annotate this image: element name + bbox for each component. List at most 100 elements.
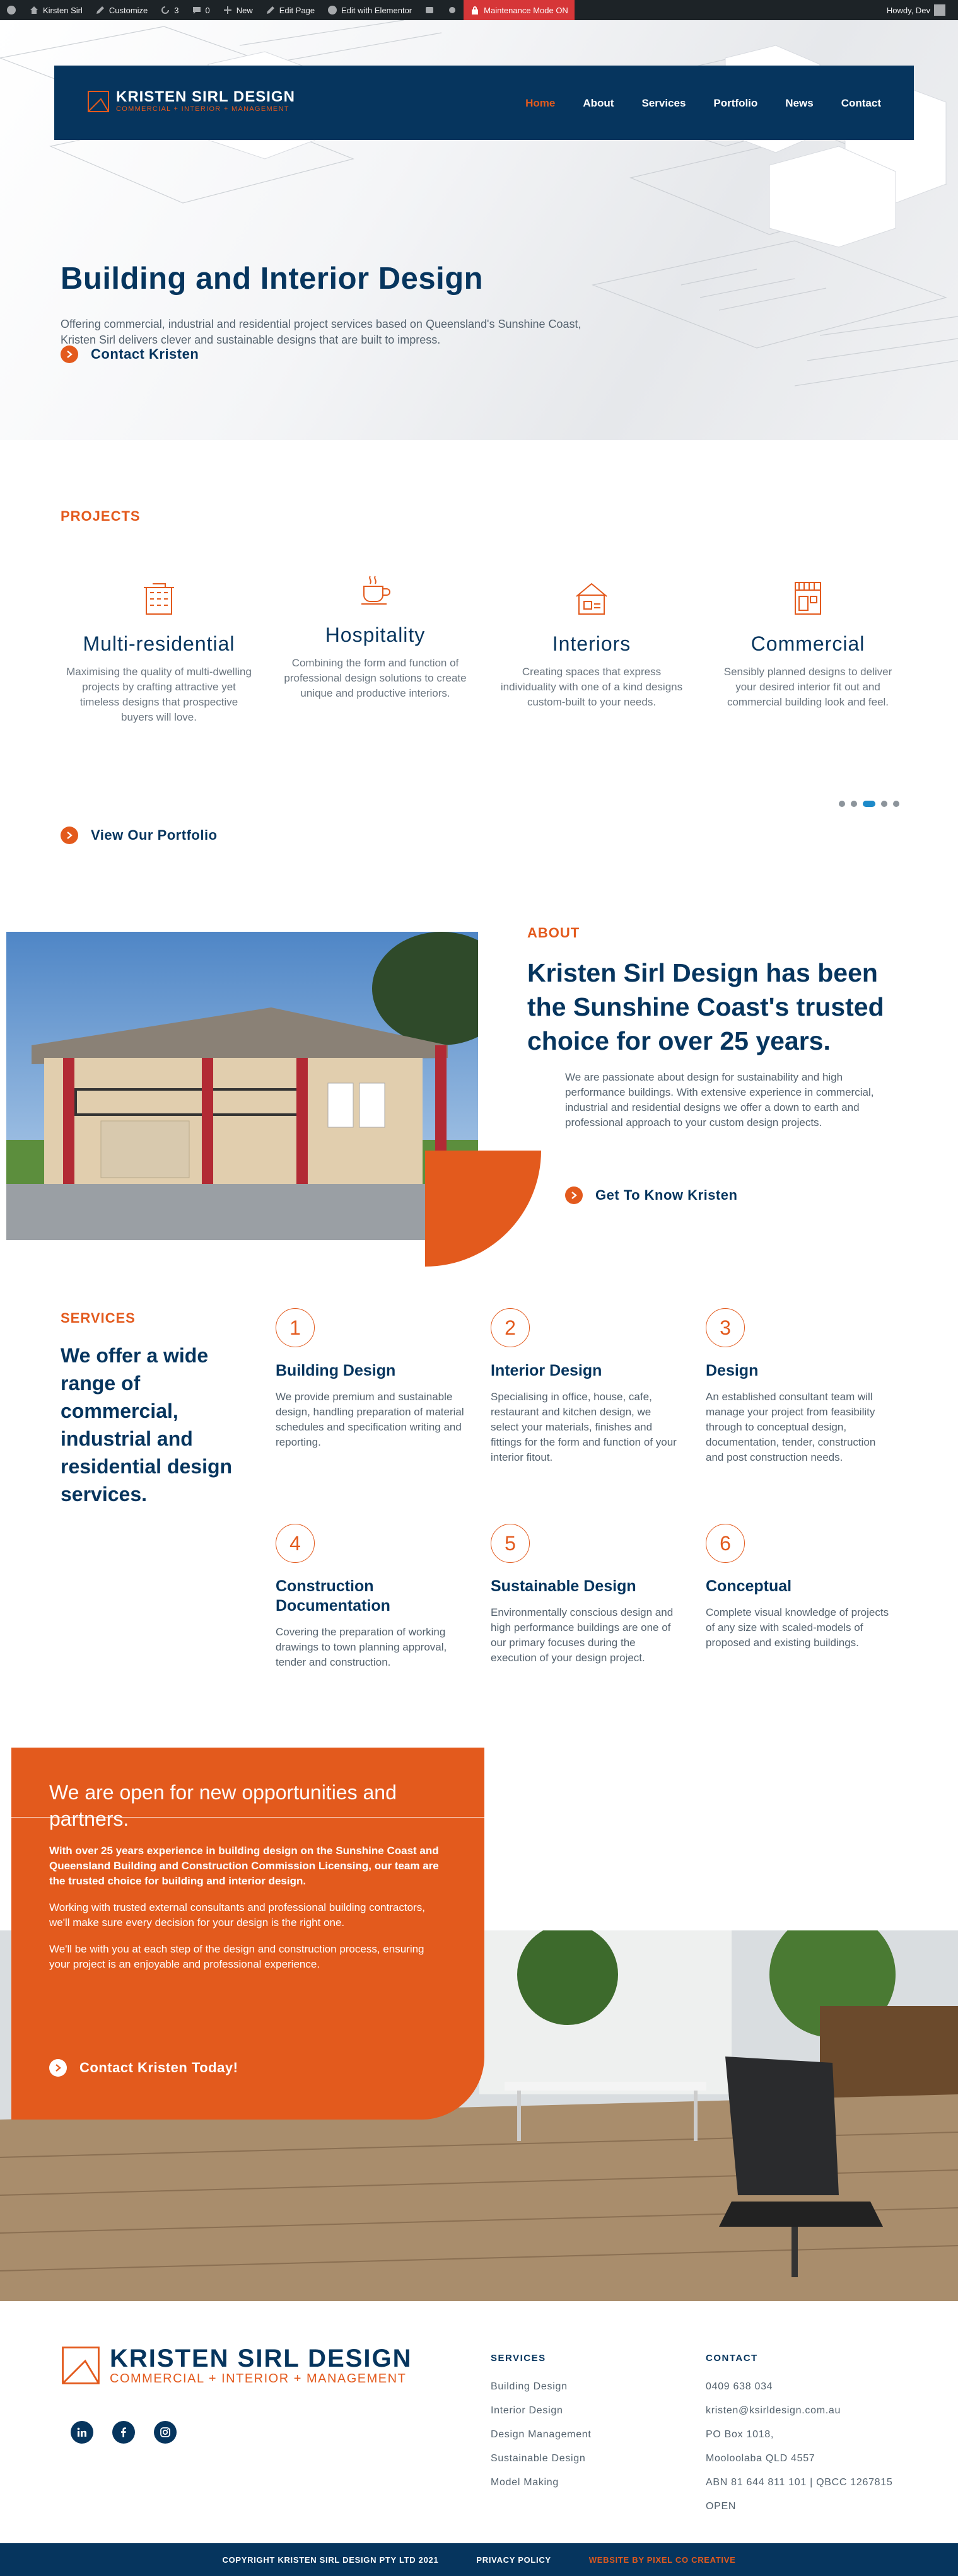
nav-item-contact[interactable]: Contact bbox=[827, 97, 895, 110]
service-design[interactable]: 3 Design An established consultant team … bbox=[706, 1308, 895, 1465]
project-card-interiors[interactable]: Interiors Creating spaces that express i… bbox=[497, 579, 686, 710]
service-number: 6 bbox=[706, 1524, 745, 1563]
carousel-dot[interactable] bbox=[881, 801, 887, 807]
carousel-dot[interactable] bbox=[839, 801, 845, 807]
service-number: 3 bbox=[706, 1308, 745, 1347]
site-footer: KRISTEN SIRL DESIGN COMMERCIAL + INTERIO… bbox=[0, 2301, 958, 2543]
copyright-text: COPYRIGHT KRISTEN SIRL DESIGN PTY LTD 20… bbox=[222, 2555, 439, 2565]
nav-item-services[interactable]: Services bbox=[628, 97, 699, 110]
about-text: We are passionate about design for susta… bbox=[565, 1071, 874, 1128]
open-heading: We are open for new opportunities and pa… bbox=[49, 1781, 397, 1830]
hero-section: KRISTEN SIRL DESIGN COMMERCIAL + INTERIO… bbox=[0, 20, 958, 440]
service-title: Sustainable Design bbox=[491, 1577, 636, 1595]
pencil-icon bbox=[266, 6, 274, 14]
apartment-building-icon bbox=[144, 583, 174, 615]
about-house-photo bbox=[6, 932, 478, 1240]
open-text-2: We'll be with you at each step of the de… bbox=[49, 1943, 424, 1970]
footer-link-building-design[interactable]: Building Design bbox=[491, 2380, 592, 2394]
service-number: 5 bbox=[491, 1524, 530, 1563]
updates-link[interactable]: 3 bbox=[154, 0, 185, 20]
service-construction-documentation[interactable]: 4 Construction Documentation Covering th… bbox=[276, 1524, 465, 1670]
open-text-1: Working with trusted external consultant… bbox=[49, 1901, 425, 1929]
about-heading: Kristen Sirl Design has been the Sunshin… bbox=[527, 958, 884, 1055]
wordpress-logo-icon[interactable] bbox=[0, 0, 23, 20]
user-account-menu[interactable]: Howdy, Dev bbox=[880, 0, 952, 20]
nav-item-portfolio[interactable]: Portfolio bbox=[699, 97, 771, 110]
footer-link-model-making[interactable]: Model Making bbox=[491, 2476, 592, 2490]
brush-icon bbox=[96, 6, 104, 14]
linkedin-icon[interactable] bbox=[71, 2421, 93, 2444]
instagram-icon[interactable] bbox=[154, 2421, 177, 2444]
nav-menu: Home About Services Portfolio News Conta… bbox=[511, 97, 895, 110]
project-card-multi-residential[interactable]: Multi-residential Maximising the quality… bbox=[64, 579, 254, 725]
logo-mark-icon bbox=[88, 91, 109, 112]
website-credit-link[interactable]: WEBSITE BY PIXEL CO CREATIVE bbox=[589, 2555, 736, 2565]
view-portfolio-button[interactable]: View Our Portfolio bbox=[61, 827, 218, 844]
service-building-design[interactable]: 1 Building Design We provide premium and… bbox=[276, 1308, 465, 1450]
logo-mark-icon bbox=[62, 2347, 100, 2384]
plugin-icon-b[interactable] bbox=[441, 0, 464, 20]
get-to-know-kristen-button[interactable]: Get To Know Kristen bbox=[565, 1186, 737, 1204]
service-text: Covering the preparation of working draw… bbox=[276, 1626, 447, 1668]
main-navigation: KRISTEN SIRL DESIGN COMMERCIAL + INTERIO… bbox=[54, 66, 914, 140]
project-card-hospitality[interactable]: Hospitality Combining the form and funct… bbox=[281, 570, 470, 701]
project-card-commercial[interactable]: Commercial Sensibly planned designs to d… bbox=[713, 579, 903, 710]
service-conceptual[interactable]: 6 Conceptual Complete visual knowledge o… bbox=[706, 1524, 895, 1651]
contact-kristen-today-button[interactable]: Contact Kristen Today! bbox=[49, 2059, 238, 2077]
service-number: 1 bbox=[276, 1308, 315, 1347]
comment-icon bbox=[192, 7, 201, 14]
facebook-icon[interactable] bbox=[112, 2421, 135, 2444]
project-card-text: Creating spaces that express individuali… bbox=[500, 666, 683, 708]
service-sustainable-design[interactable]: 5 Sustainable Design Environmentally con… bbox=[491, 1524, 680, 1666]
arrow-right-icon bbox=[49, 2059, 67, 2077]
edit-page-link[interactable]: Edit Page bbox=[259, 0, 321, 20]
hero-title: Building and Interior Design bbox=[61, 262, 484, 296]
service-number: 4 bbox=[276, 1524, 315, 1563]
footer-abn: ABN 81 644 811 101 | QBCC 1267815 bbox=[706, 2477, 893, 2488]
maintenance-mode-badge[interactable]: Maintenance Mode ON bbox=[464, 0, 575, 20]
open-bold-text: With over 25 years experience in buildin… bbox=[49, 1845, 439, 1887]
wp-admin-bar: Kirsten Sirl Customize 3 0 New Edit Page… bbox=[0, 0, 958, 20]
privacy-policy-link[interactable]: PRIVACY POLICY bbox=[476, 2555, 551, 2565]
divider bbox=[11, 1817, 484, 1818]
footer-link-design-management[interactable]: Design Management bbox=[491, 2428, 592, 2442]
footer-phone[interactable]: 0409 638 034 bbox=[706, 2380, 892, 2394]
service-title: Interior Design bbox=[491, 1362, 602, 1379]
footer-link-interior-design[interactable]: Interior Design bbox=[491, 2404, 592, 2418]
nav-item-about[interactable]: About bbox=[569, 97, 628, 110]
footer-email[interactable]: kristen@ksirldesign.com.au bbox=[706, 2404, 892, 2418]
footer-logo[interactable]: KRISTEN SIRL DESIGN COMMERCIAL + INTERIO… bbox=[61, 2345, 412, 2386]
arrow-right-icon bbox=[61, 827, 78, 844]
footer-open-status: OPEN bbox=[706, 2501, 737, 2512]
nav-item-home[interactable]: Home bbox=[511, 97, 569, 110]
carousel-dot[interactable] bbox=[851, 801, 857, 807]
carousel-dot-active[interactable] bbox=[863, 801, 875, 807]
footer-address-line-2: Mooloolaba QLD 4557 bbox=[706, 2453, 815, 2464]
service-title: Design bbox=[706, 1362, 759, 1379]
customize-link[interactable]: Customize bbox=[89, 0, 154, 20]
plugin-icon-a[interactable] bbox=[418, 0, 441, 20]
logo-brand-text: KRISTEN SIRL DESIGN bbox=[116, 88, 295, 105]
decorative-orange-shape bbox=[425, 1151, 541, 1267]
plus-icon bbox=[223, 6, 231, 14]
service-number: 2 bbox=[491, 1308, 530, 1347]
hero-lead: Offering commercial, industrial and resi… bbox=[61, 318, 581, 346]
site-name-link[interactable]: Kirsten Sirl bbox=[23, 0, 89, 20]
carousel-dot[interactable] bbox=[893, 801, 899, 807]
footer-brand-text: KRISTEN SIRL DESIGN bbox=[110, 2345, 412, 2372]
comments-link[interactable]: 0 bbox=[185, 0, 216, 20]
service-text: Specialising in office, house, cafe, res… bbox=[491, 1391, 677, 1463]
service-title: Construction Documentation bbox=[276, 1577, 390, 1615]
elementor-link[interactable]: Edit with Elementor bbox=[321, 0, 418, 20]
nav-item-news[interactable]: News bbox=[771, 97, 827, 110]
services-heading: We offer a wide range of commercial, ind… bbox=[61, 1344, 233, 1506]
footer-link-sustainable-design[interactable]: Sustainable Design bbox=[491, 2452, 592, 2466]
service-interior-design[interactable]: 2 Interior Design Specialising in office… bbox=[491, 1308, 680, 1465]
storefront-icon bbox=[795, 582, 821, 615]
avatar bbox=[934, 4, 945, 16]
arrow-right-icon bbox=[565, 1186, 583, 1204]
project-card-text: Sensibly planned designs to deliver your… bbox=[723, 666, 892, 708]
site-logo[interactable]: KRISTEN SIRL DESIGN COMMERCIAL + INTERIO… bbox=[87, 90, 295, 113]
new-content-link[interactable]: New bbox=[216, 0, 259, 20]
contact-kristen-button[interactable]: Contact Kristen bbox=[61, 345, 199, 363]
